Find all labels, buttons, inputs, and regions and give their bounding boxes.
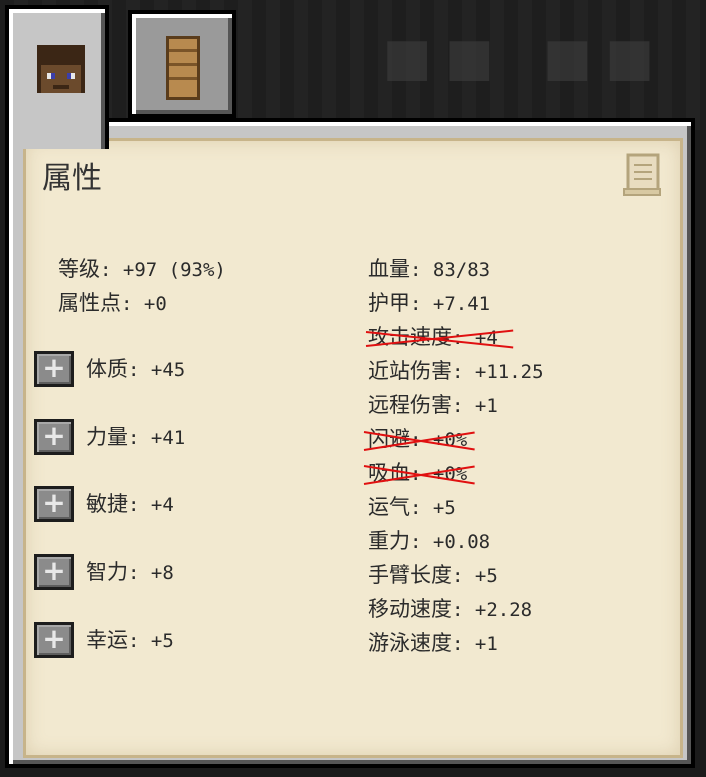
increase-intelligence-button[interactable]: + bbox=[34, 554, 74, 590]
stat-label: 重力 bbox=[368, 529, 410, 553]
level-label: 等级 bbox=[58, 257, 100, 281]
attribute-points-label: 属性点 bbox=[58, 291, 121, 315]
attributes-panel: 属性 等级: +97 (93%) 属性点: +0 + 体质: +45 + 力量:… bbox=[5, 118, 695, 768]
board-tab[interactable] bbox=[128, 10, 236, 118]
wood-board-icon bbox=[166, 36, 200, 100]
swim-speed-stat: 游泳速度: +1 bbox=[368, 631, 498, 656]
player-head-icon bbox=[37, 45, 85, 93]
dodge-stat: 闪避: +0% bbox=[363, 427, 475, 452]
stat-value: : +45 bbox=[128, 359, 186, 381]
stat-label: 运气 bbox=[368, 495, 410, 519]
stat-label: 幸运 bbox=[86, 628, 128, 652]
stat-value: : +8 bbox=[128, 562, 174, 584]
stat-label: 力量 bbox=[86, 425, 128, 449]
increase-constitution-button[interactable]: + bbox=[34, 351, 74, 387]
stat-value: : +1 bbox=[452, 633, 498, 655]
stat-value: : +41 bbox=[128, 427, 186, 449]
level-stat: 等级: +97 (93%) bbox=[58, 257, 226, 282]
stat-label: 智力 bbox=[86, 560, 128, 584]
health-stat: 血量: 83/83 bbox=[368, 257, 490, 282]
increase-strength-button[interactable]: + bbox=[34, 419, 74, 455]
luck-derived-stat: 运气: +5 bbox=[368, 495, 456, 520]
attribute-points-value: : +0 bbox=[121, 293, 167, 315]
strength-stat: 力量: +41 bbox=[86, 425, 185, 450]
increase-luck-button[interactable]: + bbox=[34, 622, 74, 658]
arm-length-stat: 手臂长度: +5 bbox=[368, 563, 498, 588]
armor-stat: 护甲: +7.41 bbox=[368, 291, 490, 316]
stat-value: : +5 bbox=[410, 497, 456, 519]
stat-value: : 83/83 bbox=[410, 259, 491, 281]
intelligence-stat: 智力: +8 bbox=[86, 560, 174, 585]
stat-label: 移动速度 bbox=[368, 597, 452, 621]
level-value: : +97 (93%) bbox=[100, 259, 226, 281]
stat-value: : +5 bbox=[128, 630, 174, 652]
luck-stat: 幸运: +5 bbox=[86, 628, 174, 653]
stat-value: : +7.41 bbox=[410, 293, 491, 315]
gravity-stat: 重力: +0.08 bbox=[368, 529, 490, 554]
stat-value: : +2.28 bbox=[452, 599, 533, 621]
increase-agility-button[interactable]: + bbox=[34, 486, 74, 522]
page-title: 属性 bbox=[42, 161, 102, 196]
stat-value: : +1 bbox=[452, 395, 498, 417]
stat-label: 近站伤害 bbox=[368, 359, 452, 383]
stat-label: 敏捷 bbox=[86, 492, 128, 516]
attribute-points-stat: 属性点: +0 bbox=[58, 291, 167, 316]
melee-damage-stat: 近站伤害: +11.25 bbox=[368, 359, 544, 384]
ranged-damage-stat: 远程伤害: +1 bbox=[368, 393, 498, 418]
stat-label: 游泳速度 bbox=[368, 631, 452, 655]
player-tab[interactable] bbox=[5, 5, 109, 149]
stat-label: 血量 bbox=[368, 257, 410, 281]
stat-value: : +5 bbox=[452, 565, 498, 587]
stat-value: : +4 bbox=[128, 494, 174, 516]
stat-value: : +11.25 bbox=[452, 361, 544, 383]
scroll-icon bbox=[623, 153, 661, 196]
stat-label: 手臂长度 bbox=[368, 563, 452, 587]
constitution-stat: 体质: +45 bbox=[86, 357, 185, 382]
attack-speed-stat: 攻击速度: +4 bbox=[365, 325, 514, 350]
stat-label: 远程伤害 bbox=[368, 393, 452, 417]
stat-value: : +0.08 bbox=[410, 531, 491, 553]
move-speed-stat: 移动速度: +2.28 bbox=[368, 597, 532, 622]
background-decoration: ▪▪ ▪▪ bbox=[380, 8, 665, 101]
stat-label: 体质 bbox=[86, 357, 128, 381]
stat-label: 护甲 bbox=[368, 291, 410, 315]
parchment-background: 属性 等级: +97 (93%) 属性点: +0 + 体质: +45 + 力量:… bbox=[23, 138, 683, 758]
lifesteal-stat: 吸血: +0% bbox=[363, 461, 475, 486]
agility-stat: 敏捷: +4 bbox=[86, 492, 174, 517]
